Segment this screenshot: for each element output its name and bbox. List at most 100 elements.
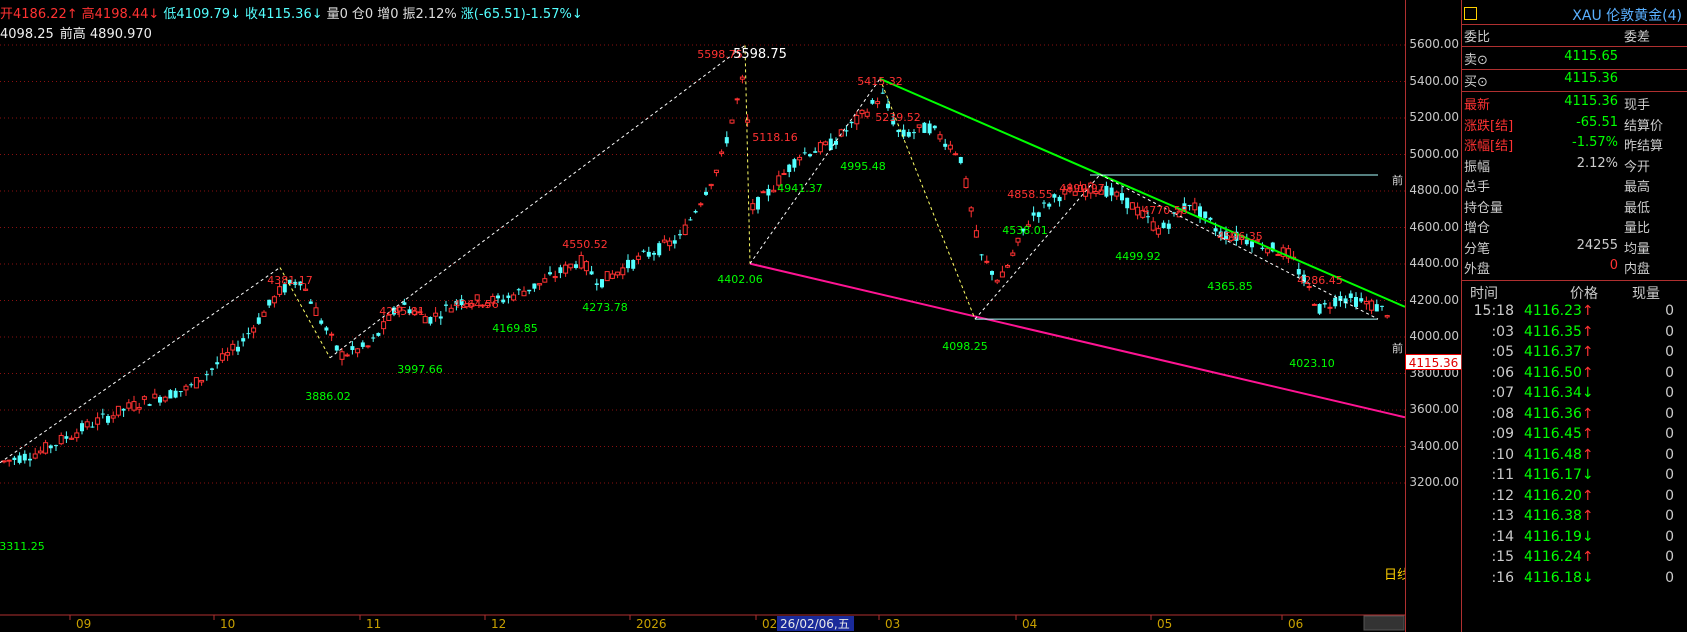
stat-label: 增仓 [1464, 221, 1491, 236]
candle-body [516, 289, 521, 291]
panel-toggle-icon[interactable] [1464, 7, 1477, 20]
candle-body [324, 327, 329, 331]
candle-body [766, 188, 771, 196]
candle-body [682, 224, 688, 236]
point-label: 4286.45 [1297, 274, 1343, 287]
candle-body [792, 159, 797, 168]
candle-body [802, 152, 807, 154]
candle-body [350, 346, 355, 350]
candle-body [875, 101, 881, 105]
tick-price-value: 4116.23 [1524, 303, 1582, 319]
candle-body [1057, 196, 1062, 202]
close-value: 收4115.36↓ [244, 7, 323, 22]
candle-body [1265, 248, 1271, 254]
tick-price: 4116.48↑ [1524, 447, 1594, 463]
candle-body [609, 273, 615, 279]
x-tick-label: 10 [220, 617, 235, 631]
timeframe-label: 日线 [1384, 568, 1405, 583]
order-ratio-row: 委比 委差 [1462, 24, 1687, 46]
candle-body [1150, 221, 1156, 231]
candle-body [574, 264, 578, 268]
stat-label: 外盘 [1464, 262, 1491, 277]
zigzag-line [1099, 174, 1379, 320]
candle-body [594, 283, 599, 285]
candle-body [578, 255, 584, 269]
candle-body [521, 290, 527, 297]
candle-body [823, 141, 829, 146]
candle-body [32, 453, 38, 459]
candle-body [635, 255, 641, 260]
point-label: 4169.85 [492, 322, 538, 335]
candle-body [360, 342, 365, 347]
candle-body [178, 391, 183, 393]
open-value: 开4186.22↑ [0, 7, 78, 22]
date-highlight: 26/02/06,五 [780, 617, 850, 631]
x-tick-label: 03 [885, 617, 900, 631]
candle-body [267, 299, 272, 306]
x-tick-label: 2026 [636, 617, 667, 631]
candle-body [1311, 303, 1317, 306]
candle-body [750, 203, 756, 211]
tick-price-value: 4116.17 [1524, 467, 1582, 483]
point-label: 4023.10 [1289, 357, 1335, 370]
candle-body [1155, 228, 1161, 235]
candle-body [1384, 315, 1390, 318]
arrow-up-icon: ↑ [1581, 426, 1594, 442]
stat-row: 总手 最高 [1462, 174, 1687, 196]
sell-price: 4115.65 [1564, 49, 1618, 64]
tick-time: :03 [1491, 323, 1514, 340]
candle-body [511, 294, 517, 301]
sell-label: 卖⊙ [1464, 53, 1488, 68]
candle-body [771, 189, 777, 193]
candle-body [1166, 223, 1171, 229]
volume-value: 量0 [326, 7, 348, 22]
candle-body [106, 416, 110, 423]
point-label: 4499.92 [1115, 250, 1161, 263]
tick-time: :09 [1491, 426, 1514, 442]
stat-value: 2.12% [1576, 155, 1618, 171]
point-label: 4995.48 [840, 160, 886, 173]
candle-body [131, 401, 137, 411]
candle-body [849, 121, 854, 124]
tick-row: 15:18 4116.23↑ 0 [1462, 301, 1687, 323]
instrument-title: XAU 伦敦黄金(4) [1572, 8, 1682, 24]
point-label: 4381.17 [267, 274, 313, 287]
stat-row: 持仓量 最低 [1462, 195, 1687, 217]
arrow-down-icon: ↓ [1581, 385, 1594, 401]
candle-body [329, 333, 335, 336]
arrow-up-icon: ↑ [1581, 549, 1594, 565]
candle-body [334, 345, 339, 351]
tick-price: 4116.45↑ [1524, 426, 1594, 442]
arrow-down-icon: ↓ [1581, 467, 1594, 483]
candle-body [173, 390, 178, 398]
chart-canvas[interactable]: 09 10 11 12 2026 02 03 04 05 06 26/02/06,五 5598.75 5… [0, 0, 1405, 632]
position-value: 仓0 [351, 7, 374, 22]
candle-body [672, 240, 677, 244]
candle-body [552, 276, 558, 279]
candle-body [236, 346, 240, 352]
tick-row: :15 4116.24↑ 0 [1462, 547, 1687, 569]
tick-volume: 0 [1665, 549, 1674, 565]
candle-body [542, 278, 548, 283]
tick-time: :07 [1491, 385, 1514, 401]
candle-body [64, 436, 69, 439]
candle-body [912, 132, 916, 134]
candle-body [339, 351, 345, 360]
line-value: 4098.25 [0, 27, 54, 42]
arrow-up-icon: ↑ [1581, 405, 1594, 422]
price-axis: 5600.00 5400.00 5200.00 5000.00 4800.00 4600.… [1405, 0, 1463, 632]
candle-body [189, 384, 194, 386]
candle-body [854, 114, 860, 125]
zigzag-line [0, 267, 281, 464]
y-tick-label: 4400.00 [1409, 256, 1459, 270]
candle-body [604, 271, 610, 282]
candle-body [121, 408, 126, 411]
candle-body [781, 173, 787, 176]
candlestick-chart[interactable]: 09 10 11 12 2026 02 03 04 05 06 26/02/06,五 5598.75 5… [0, 0, 1405, 632]
candle-body [719, 151, 725, 154]
point-label: 5415.32 [857, 75, 903, 88]
arrow-up-icon: ↑ [1581, 364, 1594, 381]
candle-body [734, 98, 740, 101]
point-label: 3997.66 [397, 363, 443, 376]
last-price-badge: 4115.36 [1405, 354, 1462, 370]
